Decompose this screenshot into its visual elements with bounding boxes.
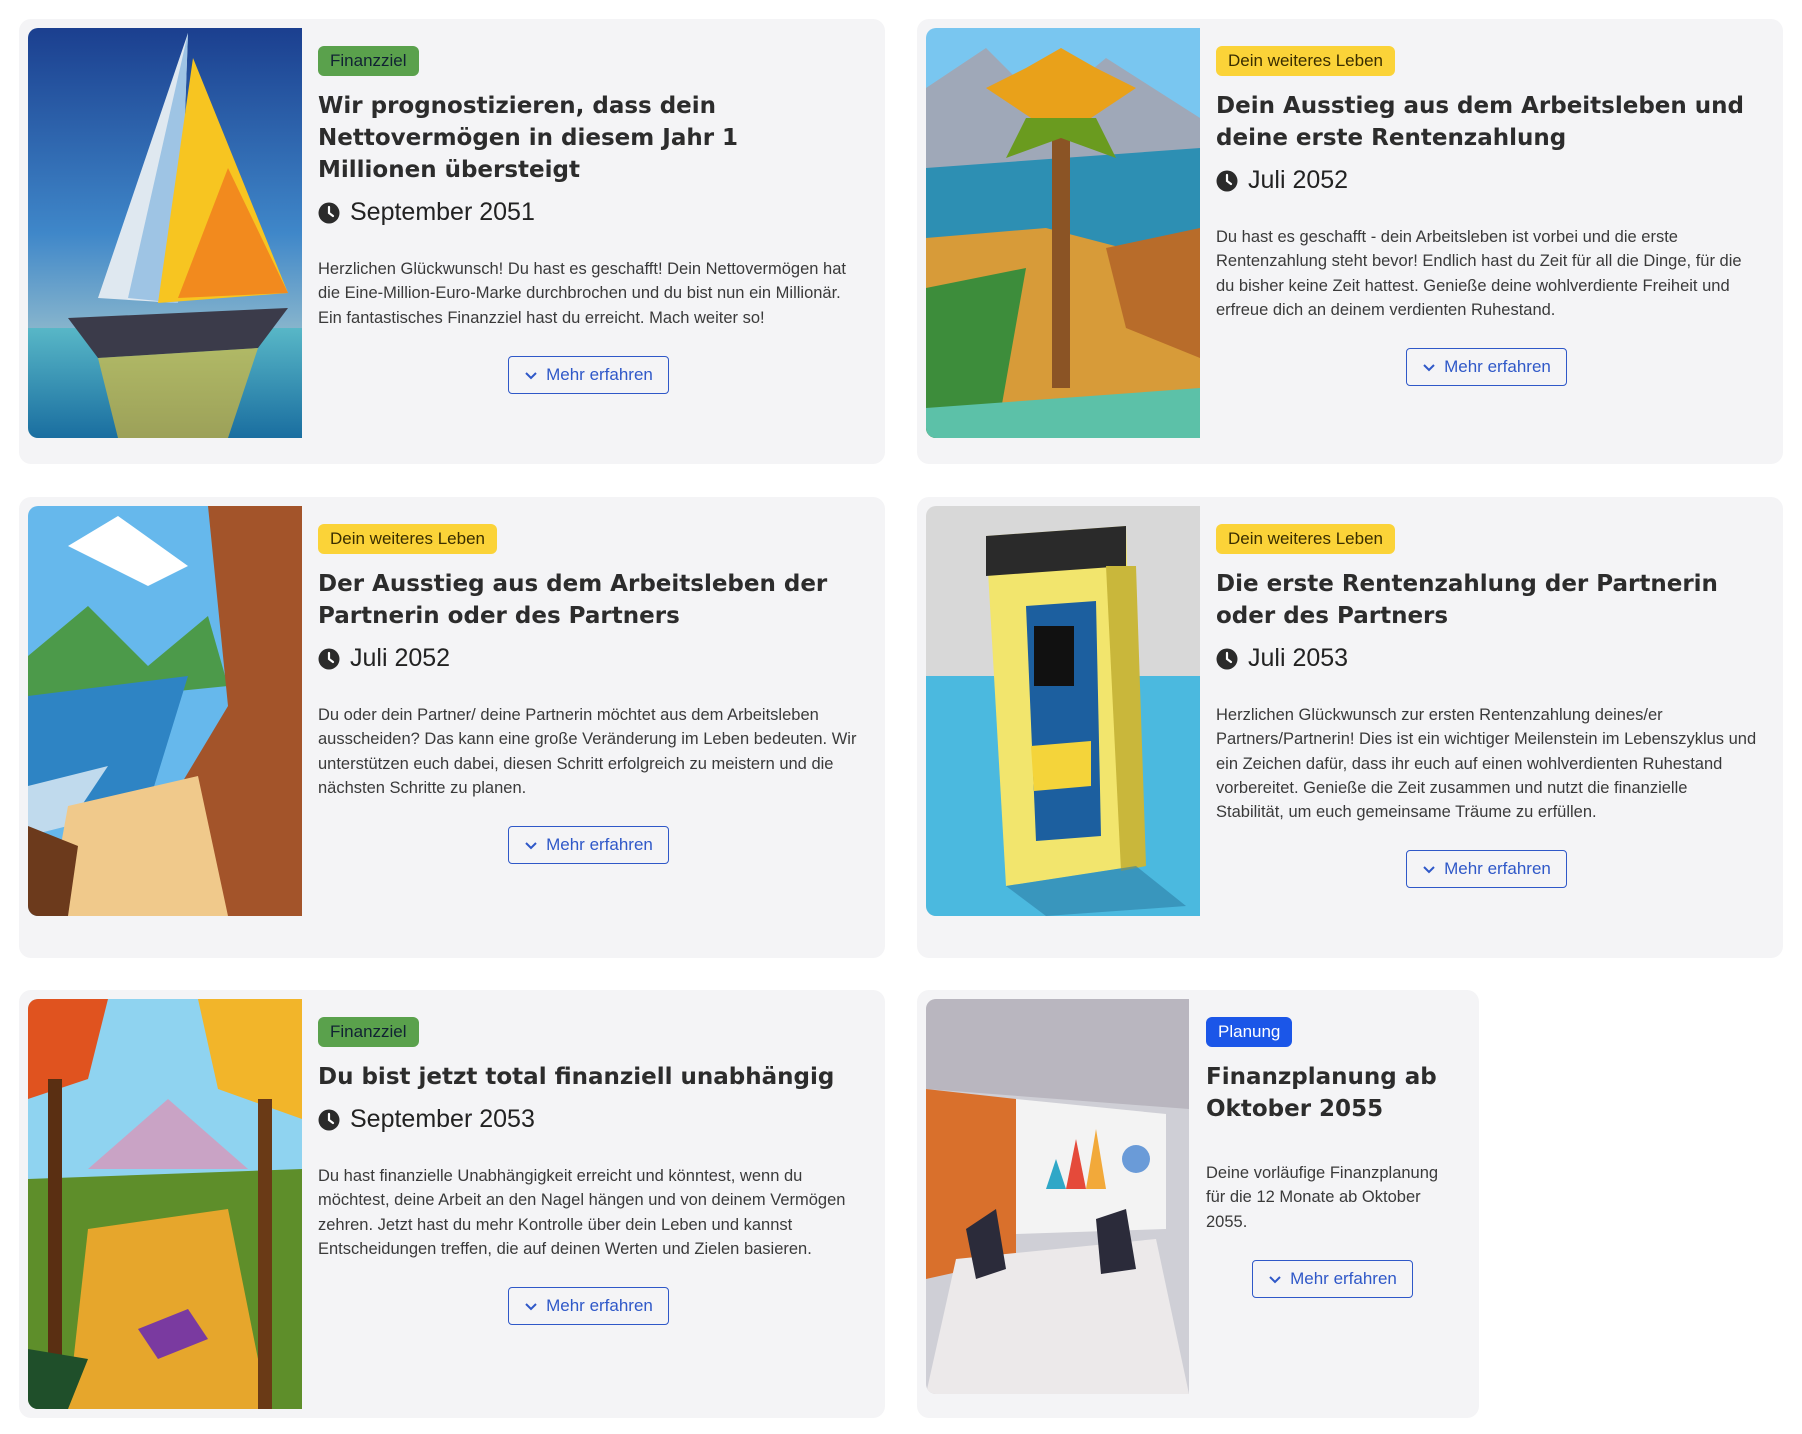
card-title: Finanzplanung ab Oktober 2055 <box>1206 1064 1437 1122</box>
date-row: Juli 2053 <box>1216 644 1757 673</box>
card-description: Du hast finanzielle Unabhängigkeit errei… <box>318 1167 846 1258</box>
card-description: Du oder dein Partner/ deine Partnerin mö… <box>318 706 857 797</box>
clock-icon <box>1216 648 1238 669</box>
card-description: Deine vorläufige Finanzplanung für die 1… <box>1206 1164 1439 1231</box>
chevron-down-icon <box>525 842 537 850</box>
button-label: Mehr erfahren <box>546 835 653 855</box>
clock-icon <box>1216 170 1238 191</box>
more-info-button[interactable]: Mehr erfahren <box>508 826 669 865</box>
date-row: September 2051 <box>318 198 859 227</box>
palm-tree-beach-image <box>926 28 1200 438</box>
category-badge: Finanzziel <box>318 46 419 76</box>
date-row: September 2053 <box>318 1105 859 1134</box>
chevron-down-icon <box>525 1303 537 1311</box>
event-card: Planung Finanzplanung ab Oktober 2055 De… <box>917 990 1479 1418</box>
card-title: Der Ausstieg aus dem Arbeitsleben der Pa… <box>318 571 828 629</box>
sailboat-image <box>28 28 302 438</box>
more-info-button[interactable]: Mehr erfahren <box>1406 348 1567 387</box>
category-badge: Dein weiteres Leben <box>1216 524 1395 554</box>
more-info-button[interactable]: Mehr erfahren <box>508 1287 669 1326</box>
date-row: Juli 2052 <box>318 644 859 673</box>
event-card: Dein weiteres Leben Die erste Rentenzahl… <box>917 497 1783 958</box>
button-label: Mehr erfahren <box>1444 357 1551 377</box>
button-label: Mehr erfahren <box>546 364 653 384</box>
clock-icon <box>318 648 340 669</box>
event-card: Finanzziel Du bist jetzt total finanziel… <box>19 990 885 1418</box>
clock-icon <box>318 1109 340 1130</box>
button-label: Mehr erfahren <box>546 1296 653 1316</box>
event-card: Dein weiteres Leben Der Ausstieg aus dem… <box>19 497 885 958</box>
button-label: Mehr erfahren <box>1444 859 1551 879</box>
card-title: Wir prognostizieren, dass dein Nettoverm… <box>318 93 739 183</box>
card-title: Dein Ausstieg aus dem Arbeitsleben und d… <box>1216 93 1745 151</box>
card-date: Juli 2052 <box>1248 166 1349 194</box>
card-description: Herzlichen Glückwunsch zur ersten Renten… <box>1216 706 1757 822</box>
category-badge: Finanzziel <box>318 1017 419 1047</box>
event-card: Finanzziel Wir prognostizieren, dass dei… <box>19 19 885 464</box>
category-badge: Planung <box>1206 1017 1293 1047</box>
more-info-button[interactable]: Mehr erfahren <box>508 355 669 394</box>
clock-icon <box>318 202 340 223</box>
more-info-button[interactable]: Mehr erfahren <box>1252 1259 1413 1298</box>
more-info-button[interactable]: Mehr erfahren <box>1406 850 1567 889</box>
chevron-down-icon <box>1423 866 1435 874</box>
chevron-down-icon <box>525 372 537 380</box>
card-title: Du bist jetzt total finanziell unabhängi… <box>318 1064 835 1090</box>
yellow-atm-kiosk-image <box>926 506 1200 916</box>
chevron-down-icon <box>1423 364 1435 372</box>
card-date: September 2051 <box>350 198 535 226</box>
event-card: Dein weiteres Leben Dein Ausstieg aus de… <box>917 19 1783 464</box>
card-description: Herzlichen Glückwunsch! Du hast es gesch… <box>318 260 846 327</box>
category-badge: Dein weiteres Leben <box>318 524 497 554</box>
category-badge: Dein weiteres Leben <box>1216 46 1395 76</box>
coastal-cliffs-image <box>28 506 302 916</box>
button-label: Mehr erfahren <box>1290 1268 1397 1288</box>
card-date: Juli 2052 <box>350 644 451 672</box>
card-title: Die erste Rentenzahlung der Partnerin od… <box>1216 571 1718 629</box>
date-row: Juli 2052 <box>1216 166 1757 195</box>
chevron-down-icon <box>1269 1276 1281 1284</box>
card-description: Du hast es geschafft - dein Arbeitsleben… <box>1216 228 1742 319</box>
office-meeting-image <box>926 999 1189 1394</box>
card-date: Juli 2053 <box>1248 644 1349 672</box>
card-date: September 2053 <box>350 1105 535 1133</box>
autumn-forest-horse-image <box>28 999 302 1409</box>
